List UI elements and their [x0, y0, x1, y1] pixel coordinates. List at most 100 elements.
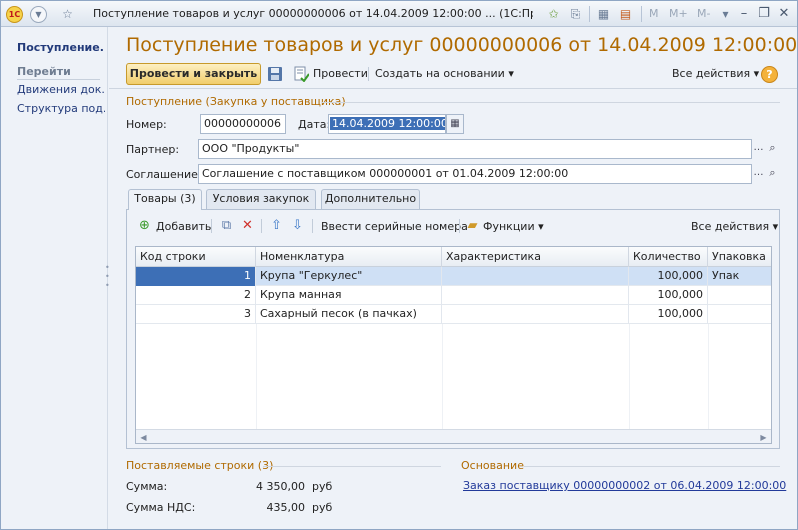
title-bar: 1С ▼ ☆ Поступление товаров и услуг 00000… [1, 1, 797, 27]
cell-code[interactable]: 1 [136, 267, 256, 286]
goods-tab-panel: ⊕ Добавить ⧉ ✕ ⇧ ⇩ Ввести серийные номер… [126, 209, 780, 449]
totals-title: Поставляемые строки (3) [126, 459, 274, 472]
memory-mplus-button[interactable]: M+ [669, 7, 688, 20]
scroll-left-icon[interactable]: ◀ [136, 430, 151, 443]
goods-all-actions-label: Все действия [691, 220, 770, 233]
create-based-on-button[interactable]: Создать на основании ▾ [375, 67, 514, 80]
nav-link-movements[interactable]: Движения док... [17, 83, 105, 96]
link-icon[interactable]: ⎘ [567, 6, 584, 23]
tab-additional[interactable]: Дополнительно [321, 189, 420, 209]
nav-item-receipt[interactable]: Поступление... [17, 41, 105, 54]
save-icon[interactable] [267, 66, 283, 82]
column-header-feature[interactable]: Характеристика [442, 247, 629, 267]
table-row[interactable]: 1 Крупа "Геркулес" 100,000 Упак [136, 267, 771, 286]
sum-currency: руб [312, 480, 333, 493]
page-title: Поступление товаров и услуг 00000000006 … [126, 34, 798, 56]
table-header: Код строки Номенклатура Характеристика К… [136, 247, 771, 267]
date-label: Дата: [298, 118, 331, 131]
cell-item[interactable]: Крупа "Геркулес" [256, 267, 442, 286]
enter-serial-numbers-button[interactable]: Ввести серийные номера [321, 220, 468, 233]
post-button[interactable]: Провести [313, 67, 368, 80]
copy-row-icon[interactable]: ⧉ [219, 218, 234, 233]
restore-icon[interactable]: ❐ [755, 5, 773, 23]
agreement-open-icon[interactable]: ⌕ [765, 164, 780, 184]
memory-mminus-button[interactable]: M- [697, 7, 710, 20]
chevron-down-icon: ▾ [772, 220, 779, 233]
chevron-down-icon: ▾ [508, 67, 514, 80]
move-down-icon[interactable]: ⇩ [290, 218, 305, 233]
add-favorite-icon[interactable]: ✩ [545, 6, 562, 23]
cell-feature[interactable] [442, 267, 629, 286]
horizontal-scrollbar[interactable]: ◀ ▶ [136, 429, 771, 443]
post-document-icon[interactable] [293, 66, 309, 82]
goods-all-actions-button[interactable]: Все действия ▾ [691, 220, 778, 233]
chevron-down-icon: ▾ [753, 67, 760, 80]
minimize-icon[interactable]: – [735, 5, 753, 23]
add-row-button[interactable]: Добавить [156, 220, 211, 233]
cell-pack[interactable]: Упак [708, 267, 771, 286]
app-window: 1С ▼ ☆ Поступление товаров и услуг 00000… [0, 0, 798, 530]
agreement-select-icon[interactable]: … [752, 164, 765, 184]
partner-field[interactable]: ООО "Продукты" [198, 139, 752, 159]
number-label: Номер: [126, 118, 167, 131]
column-header-pack[interactable]: Упаковка [708, 247, 771, 267]
app-logo-icon[interactable]: 1С [6, 6, 23, 23]
goods-toolbar: ⊕ Добавить ⧉ ✕ ⇧ ⇩ Ввести серийные номер… [127, 210, 779, 240]
cell-feature[interactable] [442, 305, 629, 324]
toolbar-separator [261, 219, 262, 233]
all-actions-label: Все действия [672, 67, 751, 80]
cell-qty[interactable]: 100,000 [629, 267, 708, 286]
functions-button[interactable]: Функции ▾ [483, 220, 544, 233]
partner-label: Партнер: [126, 143, 180, 156]
toolbar-divider [109, 88, 797, 89]
main-menu-icon[interactable]: ▼ [30, 6, 47, 23]
group-divider [263, 466, 441, 467]
cell-item[interactable]: Сахарный песок (в пачках) [256, 305, 442, 324]
tab-goods[interactable]: Товары (3) [128, 189, 202, 210]
calendar-icon[interactable]: ▤ [617, 6, 634, 23]
scroll-right-icon[interactable]: ▶ [756, 430, 771, 443]
toolbar-separator [459, 219, 460, 233]
close-icon[interactable]: ✕ [775, 5, 793, 23]
add-plus-icon[interactable]: ⊕ [137, 218, 152, 233]
table-row[interactable]: 3 Сахарный песок (в пачках) 100,000 [136, 305, 771, 324]
date-field[interactable]: 14.04.2009 12:00:00 [328, 114, 446, 134]
all-actions-button[interactable]: Все действия ▾ [672, 67, 759, 80]
number-field[interactable]: 00000000006 [200, 114, 286, 134]
column-header-code[interactable]: Код строки [136, 247, 256, 267]
help-icon[interactable]: ? [761, 66, 778, 83]
delete-row-icon[interactable]: ✕ [240, 218, 255, 233]
table-row[interactable]: 2 Крупа манная 100,000 [136, 286, 771, 305]
cell-item[interactable]: Крупа манная [256, 286, 442, 305]
tab-purchase-conditions[interactable]: Условия закупок [206, 189, 316, 209]
calculator-icon[interactable]: ▦ [595, 6, 612, 23]
favorites-star-icon[interactable]: ☆ [59, 6, 76, 23]
sum-value: 4 350,00 [256, 480, 305, 493]
date-value: 14.04.2009 12:00:00 [330, 117, 445, 130]
sum-label: Сумма: [126, 480, 168, 493]
basis-order-link[interactable]: Заказ поставщику 00000000002 от 06.04.20… [463, 479, 786, 492]
cell-code[interactable]: 3 [136, 305, 256, 324]
functions-label: Функции [483, 220, 535, 233]
toolbar-separator [211, 219, 212, 233]
memory-m-button[interactable]: M [649, 7, 659, 20]
move-up-icon[interactable]: ⇧ [269, 218, 284, 233]
cell-qty[interactable]: 100,000 [629, 305, 708, 324]
title-separator [589, 6, 590, 22]
calendar-picker-icon[interactable]: ▦ [446, 114, 464, 134]
cell-code[interactable]: 2 [136, 286, 256, 305]
cell-qty[interactable]: 100,000 [629, 286, 708, 305]
cell-feature[interactable] [442, 286, 629, 305]
agreement-field[interactable]: Соглашение с поставщиком 000000001 от 01… [198, 164, 752, 184]
partner-open-icon[interactable]: ⌕ [765, 139, 780, 159]
toolbar-separator [312, 219, 313, 233]
cell-pack[interactable] [708, 286, 771, 305]
nav-link-structure[interactable]: Структура под... [17, 102, 105, 115]
post-and-close-button[interactable]: Провести и закрыть [126, 63, 261, 85]
partner-select-icon[interactable]: … [752, 139, 765, 159]
cell-pack[interactable] [708, 305, 771, 324]
column-header-qty[interactable]: Количество [629, 247, 708, 267]
goods-table[interactable]: Код строки Номенклатура Характеристика К… [135, 246, 772, 444]
column-header-item[interactable]: Номенклатура [256, 247, 442, 267]
dropdown-arrow-icon[interactable]: ▾ [717, 6, 734, 23]
